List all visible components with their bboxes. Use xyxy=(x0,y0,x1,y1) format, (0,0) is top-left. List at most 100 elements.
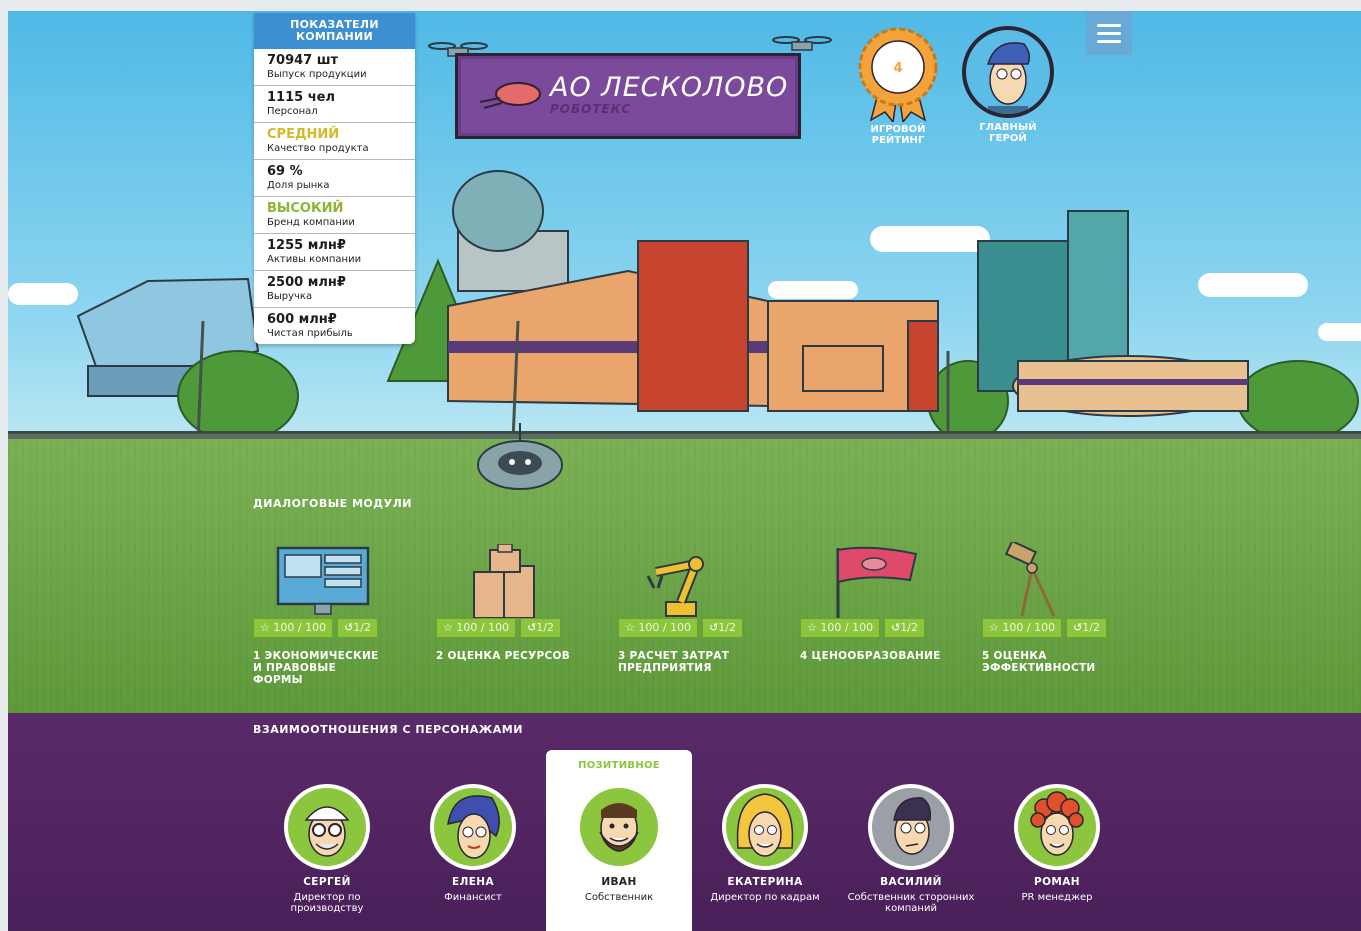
avatar xyxy=(284,784,370,870)
drone-icon xyxy=(772,36,832,51)
module-card-5[interactable]: ☆ 100 / 100 ↺1/2 5 ОЦЕНКА ЭФФЕКТИВНОСТИ xyxy=(982,538,1132,674)
stat-value: 2500 млн₽ xyxy=(267,275,346,290)
ekaterina-face-icon xyxy=(736,793,794,857)
characters-section-title: ВЗАИМООТНОШЕНИЯ С ПЕРСОНАЖАМИ xyxy=(253,723,523,736)
robot-icon xyxy=(477,423,563,490)
stat-label: Выпуск продукции xyxy=(267,69,367,80)
module-score-text: 100 / 100 xyxy=(638,621,692,634)
character-roman[interactable]: РОМАН PR менеджер xyxy=(987,784,1127,903)
module-score: ☆ 100 / 100 xyxy=(618,618,699,638)
character-name: ВАСИЛИЙ xyxy=(880,876,942,888)
module-attempts: ↺1/2 xyxy=(884,618,925,638)
stat-market-share: 69 % Доля рынка xyxy=(254,160,415,197)
modules-section-title: ДИАЛОГОВЫЕ МОДУЛИ xyxy=(253,497,412,510)
company-subtitle: РОБОТЕКС xyxy=(550,102,632,116)
character-role: Финансист xyxy=(444,892,502,903)
robot-arm-icon xyxy=(646,556,704,617)
module-attempts-text: 1/2 xyxy=(718,621,736,634)
menu-button[interactable] xyxy=(1086,11,1132,55)
module-card-4[interactable]: ☆ 100 / 100 ↺1/2 4 ЦЕНООБРАЗОВАНИЕ xyxy=(800,538,950,662)
avatar xyxy=(722,784,808,870)
character-role: Собственник сторонних компаний xyxy=(847,892,975,914)
module-name: 4 ЦЕНООБРАЗОВАНИЕ xyxy=(800,650,941,662)
company-stats-panel: ПОКАЗАТЕЛИ КОМПАНИИ 70947 шт Выпуск прод… xyxy=(254,13,415,344)
module-card-1[interactable]: ☆ 100 / 100 ↺1/2 1 ЭКОНОМИЧЕСКИЕ И ПРАВО… xyxy=(253,538,403,686)
stat-value: 70947 шт xyxy=(267,53,339,68)
character-sergey[interactable]: СЕРГЕЙ Директор по производству xyxy=(257,784,397,914)
module-attempts-text: 1/2 xyxy=(1082,621,1100,634)
company-banner: АО ЛЕСКОЛОВО РОБОТЕКС xyxy=(455,53,801,139)
star-icon: ☆ xyxy=(443,621,453,634)
character-role: Директор по кадрам xyxy=(710,892,820,903)
star-icon: ☆ xyxy=(989,621,999,634)
retry-icon: ↺ xyxy=(1073,621,1083,634)
character-elena[interactable]: ЕЛЕНА Финансист xyxy=(403,784,543,903)
star-icon: ☆ xyxy=(807,621,817,634)
avatar xyxy=(868,784,954,870)
hero-caption: ГЛАВНЫЙ ГЕРОЙ xyxy=(979,122,1037,144)
flag-icon xyxy=(836,546,918,618)
monitor-icon xyxy=(276,546,370,615)
module-attempts: ↺1/2 xyxy=(1066,618,1107,638)
character-name: ИВАН xyxy=(601,876,637,888)
stat-label: Выручка xyxy=(267,291,313,302)
stat-label: Качество продукта xyxy=(267,143,369,154)
stat-value: СРЕДНИЙ xyxy=(267,127,340,142)
module-score: ☆ 100 / 100 xyxy=(436,618,517,638)
character-ivan[interactable]: ИВАН Собственник xyxy=(549,784,689,903)
module-score-text: 100 / 100 xyxy=(456,621,510,634)
stat-output: 70947 шт Выпуск продукции xyxy=(254,49,415,86)
character-name: ЕЛЕНА xyxy=(452,876,494,888)
game-rating[interactable]: 4 ИГРОВОЙ РЕЙТИНГ xyxy=(850,22,946,146)
character-name: СЕРГЕЙ xyxy=(303,876,351,888)
character-name: РОМАН xyxy=(1034,876,1080,888)
hero-face-icon xyxy=(986,42,1031,114)
module-card-3[interactable]: ☆ 100 / 100 ↺1/2 3 РАСЧЕТ ЗАТРАТ ПРЕДПРИ… xyxy=(618,538,768,674)
module-score: ☆ 100 / 100 xyxy=(982,618,1063,638)
main-hero[interactable]: ГЛАВНЫЙ ГЕРОЙ xyxy=(960,26,1056,144)
stat-staff: 1115 чел Персонал xyxy=(254,86,415,123)
module-score-text: 100 / 100 xyxy=(1002,621,1056,634)
module-attempts: ↺1/2 xyxy=(337,618,378,638)
hamburger-icon xyxy=(1097,31,1121,35)
module-card-2[interactable]: ☆ 100 / 100 ↺1/2 2 ОЦЕНКА РЕСУРСОВ xyxy=(436,538,586,662)
module-score: ☆ 100 / 100 xyxy=(253,618,334,638)
stat-label: Доля рынка xyxy=(267,180,330,191)
module-score-text: 100 / 100 xyxy=(820,621,874,634)
hamburger-icon xyxy=(1097,23,1121,27)
retry-icon: ↺ xyxy=(527,621,537,634)
stat-quality: СРЕДНИЙ Качество продукта xyxy=(254,123,415,160)
module-attempts: ↺1/2 xyxy=(520,618,561,638)
vasily-face-icon xyxy=(893,797,932,855)
sergey-face-icon xyxy=(304,806,350,857)
module-name: 5 ОЦЕНКА ЭФФЕКТИВНОСТИ xyxy=(982,650,1096,674)
relationship-status: ПОЗИТИВНОЕ xyxy=(578,760,660,771)
rating-caption: ИГРОВОЙ РЕЙТИНГ xyxy=(870,124,926,146)
module-name: 1 ЭКОНОМИЧЕСКИЕ И ПРАВОВЫЕ ФОРМЫ xyxy=(253,650,379,686)
star-icon: ☆ xyxy=(625,621,635,634)
stat-net-profit: 600 млн₽ Чистая прибыль xyxy=(254,308,415,344)
star-icon: ☆ xyxy=(260,621,270,634)
stat-value: 69 % xyxy=(267,164,303,179)
stat-value: 1115 чел xyxy=(267,90,335,105)
stat-value: 1255 млн₽ xyxy=(267,238,346,253)
character-ekaterina[interactable]: ЕКАТЕРИНА Директор по кадрам xyxy=(695,784,835,903)
rating-value: 4 xyxy=(893,61,902,76)
stats-panel-title: ПОКАЗАТЕЛИ КОМПАНИИ xyxy=(254,13,415,49)
elena-face-icon xyxy=(447,795,500,859)
character-vasily[interactable]: ВАСИЛИЙ Собственник сторонних компаний xyxy=(841,784,981,914)
module-name: 2 ОЦЕНКА РЕСУРСОВ xyxy=(436,650,571,662)
roman-face-icon xyxy=(1030,791,1084,856)
stat-label: Бренд компании xyxy=(267,217,355,228)
stat-value: ВЫСОКИЙ xyxy=(267,201,344,216)
character-name: ЕКАТЕРИНА xyxy=(727,876,803,888)
stat-value: 600 млн₽ xyxy=(267,312,337,327)
company-name: АО ЛЕСКОЛОВО xyxy=(550,72,789,103)
hamburger-icon xyxy=(1097,39,1121,43)
stat-brand: ВЫСОКИЙ Бренд компании xyxy=(254,197,415,234)
stat-assets: 1255 млн₽ Активы компании xyxy=(254,234,415,271)
module-attempts-text: 1/2 xyxy=(536,621,554,634)
retry-icon: ↺ xyxy=(891,621,901,634)
avatar xyxy=(430,784,516,870)
module-score: ☆ 100 / 100 xyxy=(800,618,881,638)
